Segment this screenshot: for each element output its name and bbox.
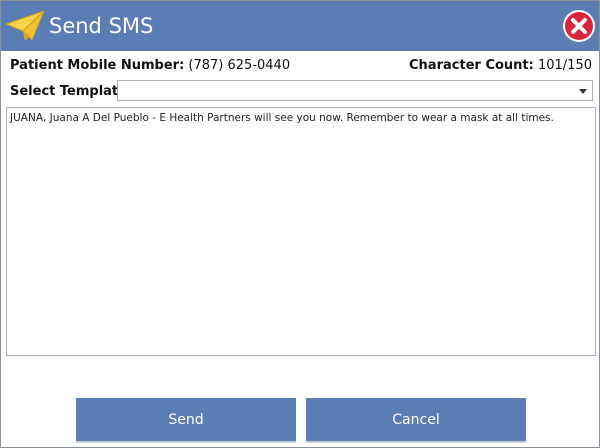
patient-mobile-info: Patient Mobile Number: (787) 625-0440	[10, 57, 290, 75]
cancel-button[interactable]: Cancel	[306, 398, 526, 443]
dialog-title: Send SMS	[49, 14, 154, 38]
close-icon	[563, 10, 595, 42]
close-button[interactable]	[562, 9, 596, 43]
select-template-label: Select Template:	[10, 84, 133, 99]
patient-mobile-label: Patient Mobile Number:	[10, 58, 185, 73]
message-text: JUANA, Juana A Del Pueblo - E Health Par…	[10, 112, 554, 124]
send-sms-dialog: Send SMS Patient Mobile Number: (787) 62…	[0, 0, 600, 448]
template-dropdown[interactable]	[117, 80, 593, 101]
paper-plane-icon	[4, 9, 45, 43]
character-count-value: 101/150	[537, 58, 592, 73]
character-count-label: Character Count:	[409, 58, 534, 73]
chevron-down-icon	[579, 89, 587, 94]
message-textarea[interactable]: JUANA, Juana A Del Pueblo - E Health Par…	[6, 107, 596, 356]
character-count-info: Character Count: 101/150	[409, 57, 592, 75]
send-button[interactable]: Send	[76, 398, 296, 443]
patient-mobile-value: (787) 625-0440	[188, 58, 291, 73]
title-bar: Send SMS	[1, 1, 599, 51]
